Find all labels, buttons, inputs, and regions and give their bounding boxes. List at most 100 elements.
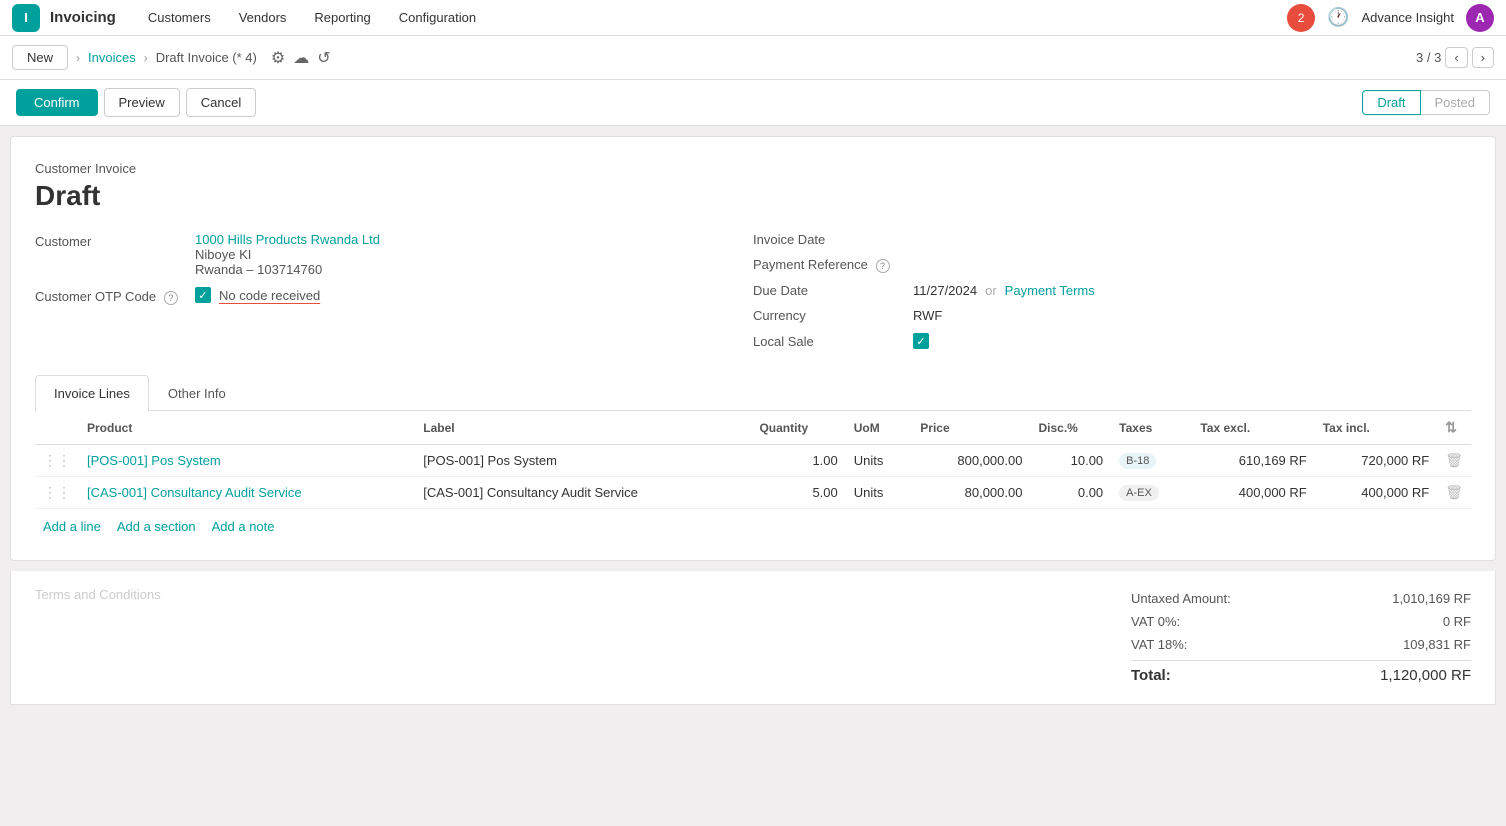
th-quantity: Quantity <box>751 411 845 445</box>
customer-label: Customer <box>35 232 195 249</box>
vat18-label: VAT 18%: <box>1131 637 1187 652</box>
breadcrumb-sep1: › <box>76 51 80 65</box>
nav-arrows: 3 / 3 ‹ › <box>1416 47 1494 68</box>
th-product: Product <box>79 411 415 445</box>
th-price: Price <box>912 411 1030 445</box>
payment-terms-link[interactable]: Payment Terms <box>1005 283 1095 298</box>
th-uom: UoM <box>846 411 913 445</box>
row1-disc: 10.00 <box>1030 445 1111 477</box>
product-link-1[interactable]: [POS-001] Pos System <box>87 453 221 468</box>
action-bar: Confirm Preview Cancel Draft Posted <box>0 80 1506 126</box>
app-icon[interactable]: I <box>12 4 40 32</box>
currency-value: RWF <box>913 308 942 323</box>
payment-ref-row: Payment Reference ? <box>753 257 1471 273</box>
nav-configuration[interactable]: Configuration <box>387 6 488 29</box>
tabs: Invoice Lines Other Info <box>35 375 1471 411</box>
nav-reporting[interactable]: Reporting <box>302 6 382 29</box>
add-note-link[interactable]: Add a note <box>212 519 275 534</box>
customer-name[interactable]: 1000 Hills Products Rwanda Ltd <box>195 232 380 247</box>
settings-icon[interactable]: ⚙ <box>271 48 285 68</box>
drag-handle-2[interactable]: ⋮⋮ <box>43 484 71 500</box>
nav-items: Customers Vendors Reporting Configuratio… <box>136 6 488 29</box>
table-footer: Add a line Add a section Add a note <box>35 509 1471 544</box>
invoice-date-label: Invoice Date <box>753 232 913 247</box>
delete-row-1[interactable]: 🗑 <box>1445 452 1463 468</box>
reorder-icon[interactable]: ⇅ <box>1445 419 1457 435</box>
next-arrow-button[interactable]: › <box>1472 47 1494 68</box>
th-label: Label <box>415 411 751 445</box>
breadcrumb-bar: New › Invoices › Draft Invoice (* 4) ⚙ ☁… <box>0 36 1506 80</box>
totals-grid: Untaxed Amount: 1,010,169 RF VAT 0%: 0 R… <box>1131 587 1471 688</box>
row1-price: 800,000.00 <box>912 445 1030 477</box>
th-tax-incl: Tax incl. <box>1315 411 1437 445</box>
terms-conditions: Terms and Conditions <box>35 587 161 602</box>
delete-row-2[interactable]: 🗑 <box>1445 484 1463 500</box>
otp-checkbox[interactable]: ✓ <box>195 287 211 303</box>
customer-row: Customer 1000 Hills Products Rwanda Ltd … <box>35 232 713 277</box>
status-bar: Draft Posted <box>1362 90 1490 115</box>
invoice-date-row: Invoice Date <box>753 232 1471 247</box>
total-row: Total: 1,120,000 RF <box>1131 660 1471 688</box>
invoice-state: Draft <box>35 180 1471 212</box>
customer-value: 1000 Hills Products Rwanda Ltd Niboye KI… <box>195 232 380 277</box>
total-label: Total: <box>1131 667 1171 684</box>
confirm-button[interactable]: Confirm <box>16 89 98 116</box>
status-draft[interactable]: Draft <box>1362 90 1420 115</box>
form-grid: Customer 1000 Hills Products Rwanda Ltd … <box>35 232 1471 359</box>
add-line-link[interactable]: Add a line <box>43 519 101 534</box>
new-button[interactable]: New <box>12 45 68 70</box>
payment-ref-question-icon[interactable]: ? <box>876 259 890 273</box>
row2-tax-excl: 400,000 RF <box>1192 477 1314 509</box>
or-text: or <box>985 283 997 298</box>
add-section-link[interactable]: Add a section <box>117 519 196 534</box>
app-title: Invoicing <box>50 9 116 26</box>
otp-row: Customer OTP Code ? ✓ No code received <box>35 287 713 305</box>
cancel-button[interactable]: Cancel <box>186 88 256 117</box>
vat0-label: VAT 0%: <box>1131 614 1180 629</box>
row1-label: [POS-001] Pos System <box>415 445 751 477</box>
refresh-icon[interactable]: ↺ <box>317 48 330 68</box>
drag-handle-1[interactable]: ⋮⋮ <box>43 452 71 468</box>
preview-button[interactable]: Preview <box>104 88 180 117</box>
th-tax-excl: Tax excl. <box>1192 411 1314 445</box>
row2-uom: Units <box>846 477 913 509</box>
user-avatar[interactable]: A <box>1466 4 1494 32</box>
advance-insight-link[interactable]: Advance Insight <box>1361 10 1454 25</box>
invoice-table: Product Label Quantity UoM Price Disc.% … <box>35 411 1471 509</box>
table-row: ⋮⋮ [POS-001] Pos System [POS-001] Pos Sy… <box>35 445 1471 477</box>
untaxed-row: Untaxed Amount: 1,010,169 RF <box>1131 587 1471 610</box>
row1-tax-excl: 610,169 RF <box>1192 445 1314 477</box>
notification-button[interactable]: 2 <box>1287 4 1315 32</box>
th-actions: ⇅ <box>1437 411 1471 445</box>
vat0-value: 0 RF <box>1443 614 1471 629</box>
row1-tax: B-18 <box>1111 445 1192 477</box>
tax-badge-2: A-EX <box>1119 485 1159 501</box>
local-sale-label: Local Sale <box>753 334 913 349</box>
row1-tax-incl: 720,000 RF <box>1315 445 1437 477</box>
otp-text: No code received <box>219 288 320 303</box>
breadcrumb-invoices[interactable]: Invoices <box>88 50 136 65</box>
terms-label: Terms and Conditions <box>35 587 161 602</box>
nav-counter: 3 / 3 <box>1416 50 1441 65</box>
status-posted[interactable]: Posted <box>1421 90 1490 115</box>
currency-row: Currency RWF <box>753 308 1471 323</box>
table-row: ⋮⋮ [CAS-001] Consultancy Audit Service [… <box>35 477 1471 509</box>
row1-qty: 1.00 <box>751 445 845 477</box>
otp-label: Customer OTP Code ? <box>35 287 195 305</box>
th-drag <box>35 411 79 445</box>
product-link-2[interactable]: [CAS-001] Consultancy Audit Service <box>87 485 302 500</box>
nav-right: 2 🕐 Advance Insight A <box>1287 4 1494 32</box>
otp-question-icon[interactable]: ? <box>164 291 178 305</box>
local-sale-row: Local Sale ✓ <box>753 333 1471 349</box>
tab-other-info[interactable]: Other Info <box>149 375 245 411</box>
tab-invoice-lines[interactable]: Invoice Lines <box>35 375 149 411</box>
clock-icon[interactable]: 🕐 <box>1327 7 1349 28</box>
nav-customers[interactable]: Customers <box>136 6 223 29</box>
row1-uom: Units <box>846 445 913 477</box>
nav-vendors[interactable]: Vendors <box>227 6 299 29</box>
payment-ref-label: Payment Reference ? <box>753 257 913 273</box>
row2-label: [CAS-001] Consultancy Audit Service <box>415 477 751 509</box>
prev-arrow-button[interactable]: ‹ <box>1445 47 1467 68</box>
local-sale-checkbox[interactable]: ✓ <box>913 333 929 349</box>
cloud-icon[interactable]: ☁ <box>293 48 309 68</box>
